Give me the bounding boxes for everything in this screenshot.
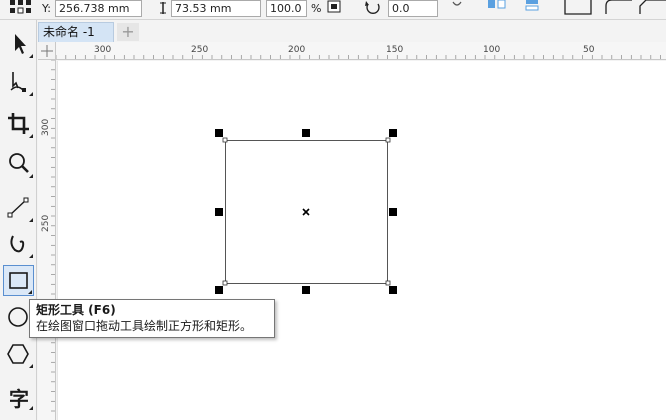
ruler-label: 250 <box>41 215 51 232</box>
angle-field[interactable]: 0.0 <box>388 0 438 17</box>
rectangle-tool[interactable] <box>3 265 34 296</box>
ruler-label: 250 <box>191 45 208 55</box>
vertical-ruler[interactable]: 300 250 <box>38 60 56 420</box>
mirror-vertical-icon[interactable] <box>524 0 546 18</box>
selection-handle-top-middle[interactable] <box>302 129 310 137</box>
height-field[interactable]: 73.53 mm <box>171 0 261 17</box>
corner-node <box>385 137 391 143</box>
horizontal-ruler[interactable]: 300 250 200 150 100 50 <box>56 42 666 60</box>
corner-round-icon[interactable] <box>563 0 593 18</box>
ruler-label: 50 <box>583 45 595 55</box>
ruler-origin-icon <box>41 45 53 57</box>
selection-handle-middle-left[interactable] <box>215 208 223 216</box>
center-marker-icon <box>302 208 310 216</box>
tool-tooltip: 矩形工具 (F6) 在绘图窗口拖动工具绘制正方形和矩形。 <box>29 299 275 338</box>
toolbox: 字 <box>0 20 37 420</box>
tab-untitled-1[interactable]: 未命名 -1 <box>38 22 114 42</box>
corner-chamfer-icon[interactable] <box>638 0 666 18</box>
crop-tool[interactable] <box>3 108 34 139</box>
ruler-label: 100 <box>483 45 500 55</box>
document-tab-strip: 未命名 -1 + <box>38 22 666 42</box>
add-document-button[interactable]: + <box>117 23 139 41</box>
ruler-label: 300 <box>41 119 51 136</box>
drawing-canvas[interactable] <box>56 61 666 420</box>
ruler-label: 300 <box>94 45 111 55</box>
tooltip-title: 矩形工具 (F6) <box>36 303 116 317</box>
percent-label: % <box>311 2 322 15</box>
text-tool[interactable]: 字 <box>3 380 34 411</box>
height-icon <box>160 2 166 14</box>
selection-handle-middle-right[interactable] <box>389 208 397 216</box>
pick-tool[interactable] <box>3 28 34 59</box>
y-position-field[interactable]: 256.738 mm <box>55 0 142 17</box>
lock-ratio-icon[interactable] <box>327 0 341 14</box>
y-label: Y: <box>42 2 51 15</box>
zoom-tool[interactable] <box>3 148 34 179</box>
selection-handle-bottom-left[interactable] <box>215 286 223 294</box>
object-position-icon[interactable] <box>6 0 36 18</box>
corel-draw-window: Y: 256.738 mm 73.53 mm 100.0 % 0.0 字 未命名… <box>0 0 666 420</box>
rotate-icon <box>365 1 380 14</box>
freehand-tool[interactable] <box>3 192 34 223</box>
tooltip-description: 在绘图窗口拖动工具绘制正方形和矩形。 <box>36 319 253 333</box>
corner-scallop-icon[interactable] <box>604 0 634 18</box>
selection-handle-top-left[interactable] <box>215 129 223 137</box>
polygon-tool[interactable] <box>3 338 34 369</box>
ruler-corner[interactable] <box>38 42 56 60</box>
corner-node <box>222 137 228 143</box>
artistic-media-tool[interactable] <box>3 228 34 259</box>
property-bar: Y: 256.738 mm 73.53 mm 100.0 % 0.0 <box>0 0 666 20</box>
drawing-surface <box>56 61 397 420</box>
selection-handle-bottom-middle[interactable] <box>302 286 310 294</box>
spin-arrow-icon[interactable] <box>452 0 462 10</box>
scale-field[interactable]: 100.0 <box>266 0 307 17</box>
shape-tool[interactable] <box>3 66 34 97</box>
ruler-label: 150 <box>386 45 403 55</box>
selection-handle-top-right[interactable] <box>389 129 397 137</box>
ruler-label: 200 <box>288 45 305 55</box>
selection-handle-bottom-right[interactable] <box>389 286 397 294</box>
corner-node <box>385 280 391 286</box>
mirror-horizontal-icon[interactable] <box>486 0 508 18</box>
corner-node <box>222 280 228 286</box>
text-char-icon: 字 <box>9 387 29 411</box>
